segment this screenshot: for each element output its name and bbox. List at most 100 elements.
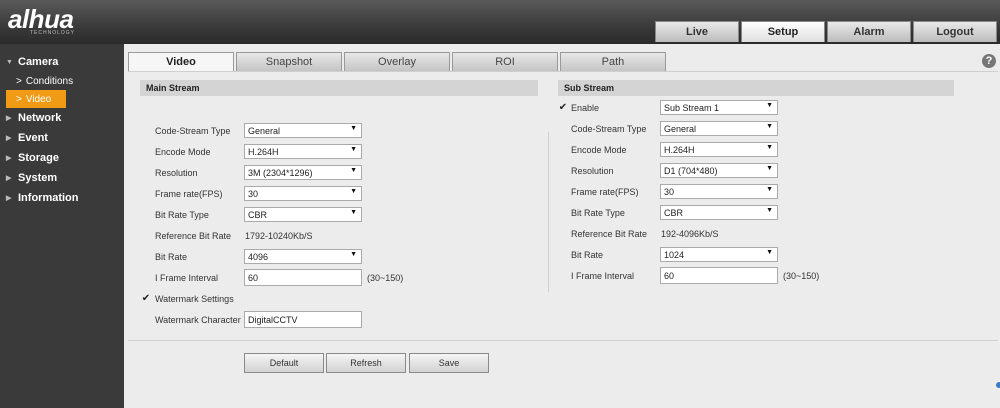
chevron-down-icon: ▼ — [766, 207, 773, 214]
main-reference-bit-rate-value: 1792-10240Kb/S — [245, 231, 313, 241]
main-frame-rate-select[interactable]: 30 ▼ — [244, 186, 362, 201]
select-value: 3M (2304*1296) — [248, 167, 313, 178]
chevron-down-icon: ▼ — [350, 251, 357, 258]
tab-snapshot[interactable]: Snapshot — [236, 52, 342, 71]
default-button[interactable]: Default — [244, 353, 324, 373]
main-code-stream-type-select[interactable]: General ▼ — [244, 123, 362, 138]
chevron-down-icon: ▼ — [350, 125, 357, 132]
sidebar-item-video[interactable]: > Video — [6, 90, 66, 108]
sub-bit-rate-type-label: Bit Rate Type — [571, 208, 625, 218]
main-bit-rate-type-select[interactable]: CBR ▼ — [244, 207, 362, 222]
main-code-stream-type-label: Code-Stream Type — [155, 126, 231, 136]
main-bit-rate-select[interactable]: 4096 ▼ — [244, 249, 362, 264]
top-navigation: Live Setup Alarm Logout — [655, 21, 999, 42]
sub-encode-mode-select[interactable]: H.264H ▼ — [660, 142, 778, 157]
chevron-right-icon: > — [16, 93, 22, 105]
chevron-down-icon: ▼ — [766, 165, 773, 172]
sub-stream-title: Sub Stream — [558, 80, 954, 96]
chevron-down-icon: ▼ — [766, 144, 773, 151]
sidebar-item-label: Information — [18, 192, 79, 204]
sub-bit-rate-type-select[interactable]: CBR ▼ — [660, 205, 778, 220]
sidebar-item-label: Conditions — [25, 75, 74, 87]
sub-i-frame-interval-label: I Frame Interval — [571, 271, 635, 281]
select-value: H.264H — [248, 146, 279, 157]
sub-enable-checkbox[interactable]: ✔ — [558, 102, 568, 113]
refresh-button[interactable]: Refresh — [326, 353, 406, 373]
select-value: D1 (704*480) — [664, 165, 718, 176]
chevron-down-icon: ▼ — [350, 209, 357, 216]
watermark-character-label: Watermark Character — [155, 315, 241, 325]
help-icon[interactable]: ? — [982, 54, 996, 68]
sub-frame-rate-select[interactable]: 30 ▼ — [660, 184, 778, 199]
main-content: Video Snapshot Overlay ROI Path ? Main S… — [124, 44, 1000, 408]
sidebar-item-camera[interactable]: ▼ Camera — [0, 52, 124, 72]
sub-bit-rate-select[interactable]: 1024 ▼ — [660, 247, 778, 262]
main-i-frame-interval-label: I Frame Interval — [155, 273, 219, 283]
sidebar-item-conditions[interactable]: > Conditions — [0, 72, 124, 90]
tab-logout[interactable]: Logout — [913, 21, 997, 42]
sidebar-item-label: Network — [18, 112, 62, 124]
main-encode-mode-label: Encode Mode — [155, 147, 211, 157]
main-bit-rate-type-label: Bit Rate Type — [155, 210, 209, 220]
watermark-settings-label: Watermark Settings — [155, 294, 234, 304]
select-value: H.264H — [664, 144, 695, 155]
sub-resolution-select[interactable]: D1 (704*480) ▼ — [660, 163, 778, 178]
chevron-down-icon: ▼ — [766, 102, 773, 109]
watermark-character-input[interactable]: DigitalCCTV — [244, 311, 362, 328]
sub-enable-label: Enable — [571, 103, 600, 113]
sub-code-stream-type-label: Code-Stream Type — [571, 124, 647, 134]
tab-path[interactable]: Path — [560, 52, 666, 71]
watermark-settings-checkbox[interactable]: ✔ — [141, 293, 151, 304]
select-value: 4096 — [248, 251, 269, 262]
collapse-arrow-icon: ▶ — [6, 135, 12, 142]
chevron-right-icon: > — [16, 75, 22, 87]
main-resolution-label: Resolution — [155, 168, 198, 178]
sidebar-item-information[interactable]: ▶ Information — [0, 188, 124, 208]
save-button[interactable]: Save — [409, 353, 489, 373]
select-value: General — [248, 125, 281, 136]
sidebar-item-system[interactable]: ▶ System — [0, 168, 124, 188]
sub-bit-rate-label: Bit Rate — [571, 250, 604, 260]
chevron-down-icon: ▼ — [766, 249, 773, 256]
sidebar-item-label: Camera — [18, 56, 59, 68]
sidebar-item-network[interactable]: ▶ Network — [0, 108, 124, 128]
sidebar-item-event[interactable]: ▶ Event — [0, 128, 124, 148]
sidebar: ▼ Camera > Conditions > Video ▶ Network … — [0, 44, 124, 408]
chevron-down-icon: ▼ — [350, 188, 357, 195]
select-value: CBR — [664, 207, 684, 218]
main-bit-rate-label: Bit Rate — [155, 252, 188, 262]
column-divider — [548, 132, 549, 292]
sub-resolution-label: Resolution — [571, 166, 614, 176]
tab-live[interactable]: Live — [655, 21, 739, 42]
tab-roi[interactable]: ROI — [452, 52, 558, 71]
select-value: General — [664, 123, 697, 134]
subtab-bar: Video Snapshot Overlay ROI Path — [128, 52, 668, 71]
select-value: CBR — [248, 209, 268, 220]
sub-encode-mode-label: Encode Mode — [571, 145, 627, 155]
tab-video[interactable]: Video — [128, 52, 234, 71]
tab-alarm[interactable]: Alarm — [827, 21, 911, 42]
collapse-arrow-icon: ▶ — [6, 155, 12, 162]
sub-stream-select[interactable]: Sub Stream 1 ▼ — [660, 100, 778, 115]
sub-code-stream-type-select[interactable]: General ▼ — [660, 121, 778, 136]
tab-overlay[interactable]: Overlay — [344, 52, 450, 71]
sub-reference-bit-rate-label: Reference Bit Rate — [571, 229, 648, 239]
collapse-arrow-icon: ▶ — [6, 175, 12, 182]
chevron-down-icon: ▼ — [350, 167, 357, 174]
chevron-down-icon: ▼ — [350, 146, 357, 153]
main-stream-title: Main Stream — [140, 80, 538, 96]
chevron-down-icon: ▼ — [766, 123, 773, 130]
sidebar-item-label: Event — [18, 132, 48, 144]
main-frame-rate-label: Frame rate(FPS) — [155, 189, 223, 199]
scroll-indicator — [996, 382, 1000, 388]
sub-i-frame-interval-input[interactable]: 60 — [660, 267, 778, 284]
main-i-frame-interval-input[interactable]: 60 — [244, 269, 362, 286]
select-value: 30 — [664, 186, 675, 197]
sidebar-item-storage[interactable]: ▶ Storage — [0, 148, 124, 168]
sidebar-item-label: Video — [25, 93, 52, 105]
main-encode-mode-select[interactable]: H.264H ▼ — [244, 144, 362, 159]
tab-setup[interactable]: Setup — [741, 21, 825, 42]
select-value: 1024 — [664, 249, 685, 260]
sidebar-item-label: Storage — [18, 152, 59, 164]
main-resolution-select[interactable]: 3M (2304*1296) ▼ — [244, 165, 362, 180]
